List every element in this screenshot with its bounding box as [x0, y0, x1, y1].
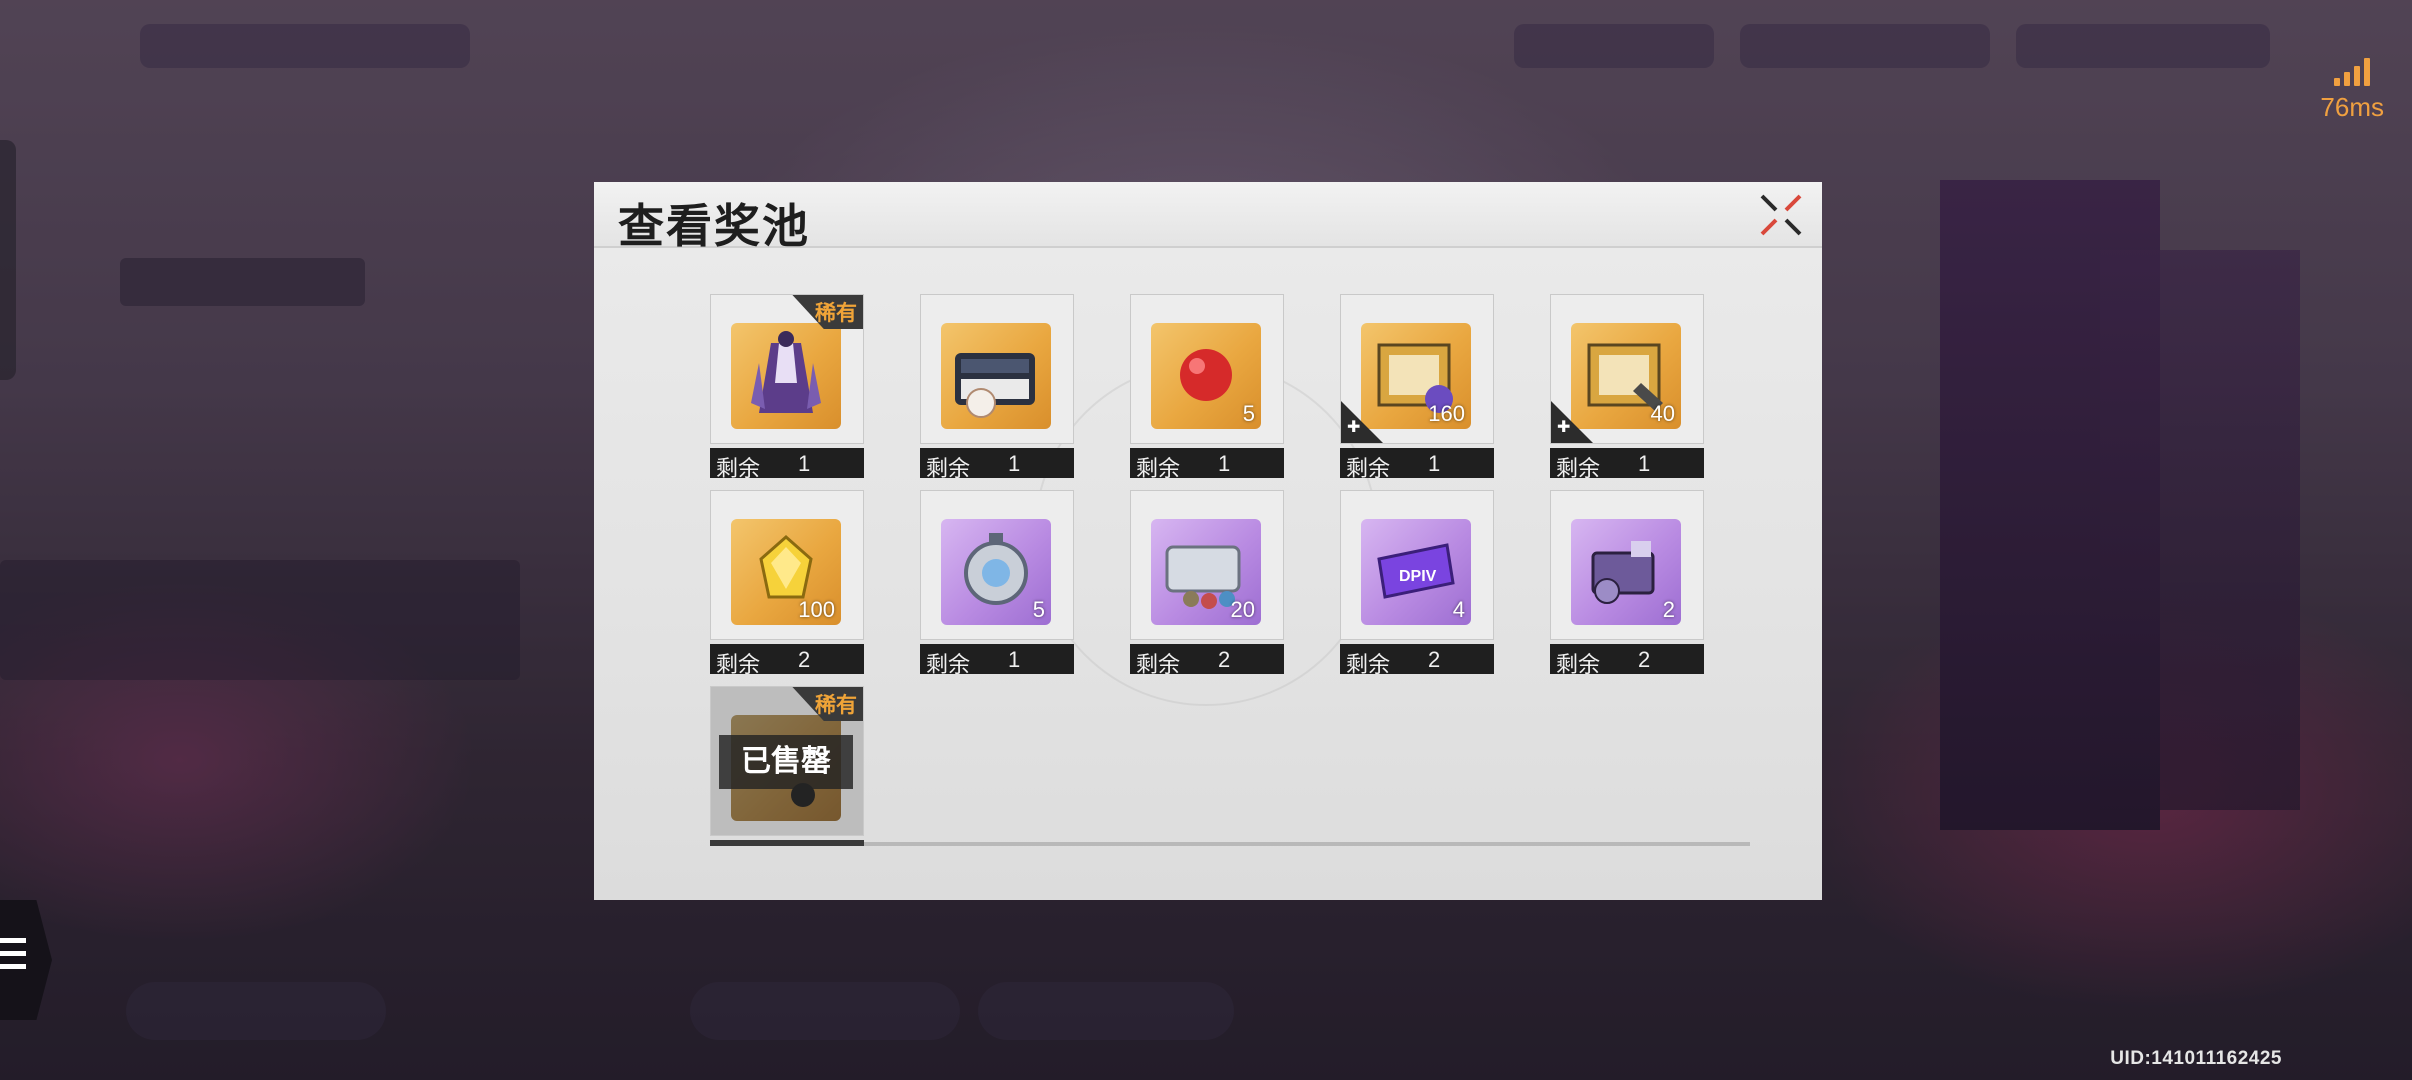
dialog-title: 查看奖池	[618, 200, 810, 252]
item-count: 160	[1428, 401, 1465, 426]
remaining-label: 剩余	[716, 652, 761, 677]
prize-item[interactable]: 2 剩余 2	[1550, 490, 1704, 677]
remaining-count: 1	[1008, 647, 1021, 672]
close-button[interactable]	[1756, 190, 1806, 240]
item-count: 2	[1662, 597, 1675, 622]
weapon-crate-icon: 40	[1571, 323, 1681, 429]
remaining-label: 剩余	[1136, 456, 1181, 481]
svg-text:DPIV: DPIV	[1399, 568, 1437, 585]
remaining-count: 1	[1638, 451, 1651, 476]
weapon-crate-icon: 160	[1361, 323, 1471, 429]
menu-icon	[0, 938, 26, 977]
signal-icon	[2320, 58, 2384, 86]
prize-item[interactable]: 40 ✚ 剩余 1	[1550, 294, 1704, 481]
remaining-count: 2	[1218, 647, 1231, 672]
costume-icon	[731, 323, 841, 429]
remaining-count: 1	[1428, 451, 1441, 476]
gear-module-icon: 2	[1571, 519, 1681, 625]
remaining-count: 1	[798, 451, 811, 476]
remaining-count: 1	[1218, 451, 1231, 476]
remaining-label: 剩余	[1556, 456, 1601, 481]
item-count: 40	[1650, 401, 1675, 426]
remaining-label: 剩余	[926, 456, 971, 481]
prize-item[interactable]: 5 剩余 1	[920, 490, 1074, 677]
item-count: 5	[1032, 597, 1045, 622]
item-count: 20	[1230, 597, 1255, 622]
item-count: 100	[798, 597, 835, 622]
prize-item[interactable]: 剩余 1	[920, 294, 1074, 481]
remaining-label: 剩余	[1346, 652, 1391, 677]
ping-label: 76ms	[2320, 92, 2384, 122]
remaining-label: 剩余	[1346, 456, 1391, 481]
puzzle-icon: ✚	[1557, 419, 1571, 436]
remaining-count: 2	[1428, 647, 1441, 672]
dialog-header: 查看奖池	[594, 182, 1822, 252]
supply-box-icon: 20	[1151, 519, 1261, 625]
prize-item[interactable]: 20 剩余 2	[1130, 490, 1284, 677]
prize-item[interactable]: 稀有 剩余 1	[710, 294, 864, 481]
red-sphere-icon: 5	[1151, 323, 1261, 429]
remaining-count: 2	[1638, 647, 1651, 672]
gold-crystal-icon: 100	[731, 519, 841, 625]
core-chip-icon: 5	[941, 519, 1051, 625]
item-count: 5	[1242, 401, 1255, 426]
prize-item[interactable]: 100 剩余 2	[710, 490, 864, 677]
scrollbar-thumb[interactable]	[710, 840, 864, 846]
remaining-label: 剩余	[1136, 652, 1181, 677]
item-count: 4	[1452, 597, 1465, 622]
remaining-count: 2	[798, 647, 811, 672]
storage-case-icon	[941, 323, 1051, 429]
remaining-count: 1	[1008, 451, 1021, 476]
remaining-label: 剩余	[926, 652, 971, 677]
uid-label: UID:141011162425	[2110, 1048, 2282, 1069]
prize-item[interactable]: 5 剩余 1	[1130, 294, 1284, 481]
puzzle-icon: ✚	[1347, 419, 1361, 436]
side-drawer-handle[interactable]	[0, 140, 16, 380]
remaining-label: 剩余	[1556, 652, 1601, 677]
remaining-label: 剩余	[716, 456, 761, 481]
prize-item[interactable]: DPIV 4 剩余 2	[1340, 490, 1494, 677]
dpiv-card-icon: DPIV 4	[1361, 519, 1471, 625]
scrollbar-track[interactable]	[710, 842, 1750, 846]
prize-item[interactable]: 160 ✚ 剩余 1	[1340, 294, 1494, 481]
sold-out-label: 已售罄	[719, 735, 853, 789]
prize-pool-dialog: 查看奖池 稀有 剩余 1 剩余 1 5 剩余 1 160 ✚ 剩余 1 40 ✚…	[594, 182, 1822, 900]
close-icon	[1760, 194, 1802, 236]
network-status: 76ms	[2320, 58, 2384, 123]
